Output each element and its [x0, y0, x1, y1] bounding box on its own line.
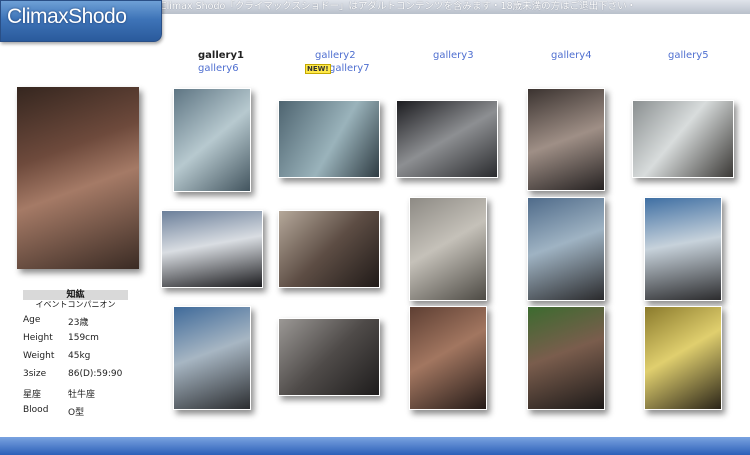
photo-thumbnail[interactable] [527, 306, 605, 410]
gallery-link-4[interactable]: gallery4 [551, 50, 592, 61]
profile-value: 159cm [68, 333, 99, 343]
site-logo[interactable]: ClimaxShodo [0, 0, 162, 42]
profile-row-age: Age 23歳 [23, 315, 128, 333]
profile-label: Age [23, 315, 41, 325]
gallery-link-1[interactable]: gallery1 [198, 50, 244, 61]
profile-value: 牡牛座 [68, 390, 96, 400]
profile-row-zodiac: 星座 牡牛座 [23, 387, 128, 405]
photo-thumbnail[interactable] [632, 100, 734, 178]
profile-row-blood: Blood O型 [23, 405, 128, 423]
profile-value: 23歳 [68, 318, 89, 328]
photo-thumbnail[interactable] [409, 197, 487, 301]
profile-row-3size: 3size 86(D):59:90 [23, 369, 128, 387]
gallery-link-3[interactable]: gallery3 [433, 50, 474, 61]
profile-photo [17, 87, 139, 269]
gallery-link-2[interactable]: gallery2 [315, 50, 356, 61]
bottom-bar [0, 437, 750, 455]
photo-thumbnail[interactable] [644, 306, 722, 410]
logo-text: ClimaxShodo [7, 5, 127, 28]
profile-value: 86(D):59:90 [68, 369, 123, 379]
photo-thumbnail[interactable] [278, 100, 380, 178]
photo-thumbnail[interactable] [527, 197, 605, 301]
photo-thumbnail[interactable] [173, 88, 251, 192]
photo-thumbnail[interactable] [396, 100, 498, 178]
photo-thumbnail[interactable] [173, 306, 251, 410]
profile-label: 3size [23, 369, 47, 379]
photo-thumbnail[interactable] [278, 210, 380, 288]
profile-label: Blood [23, 405, 49, 415]
photo-thumbnail[interactable] [644, 197, 722, 301]
profile-label: Height [23, 333, 53, 343]
photo-thumbnail[interactable] [161, 210, 263, 288]
gallery-link-6[interactable]: gallery6 [198, 63, 239, 74]
profile-row-height: Height 159cm [23, 333, 128, 351]
photo-thumbnail[interactable] [278, 318, 380, 396]
profile-value: O型 [68, 408, 85, 418]
profile-row-weight: Weight 45kg [23, 351, 128, 369]
model-name: 知紘 [66, 290, 85, 300]
new-badge: NEW! [305, 64, 331, 74]
age-warning-notice: Climax Shodo「クライマックスショドー」はアダルトコンテンツを含みます… [160, 1, 637, 12]
model-role: イベントコンパニオン [35, 300, 116, 309]
gallery-link-5[interactable]: gallery5 [668, 50, 709, 61]
photo-thumbnail[interactable] [527, 88, 605, 191]
gallery-link-7[interactable]: gallery7 [329, 63, 370, 74]
profile-label: 星座 [23, 390, 42, 400]
profile-label: Weight [23, 351, 55, 361]
photo-thumbnail[interactable] [409, 306, 487, 410]
profile-value: 45kg [68, 351, 91, 361]
